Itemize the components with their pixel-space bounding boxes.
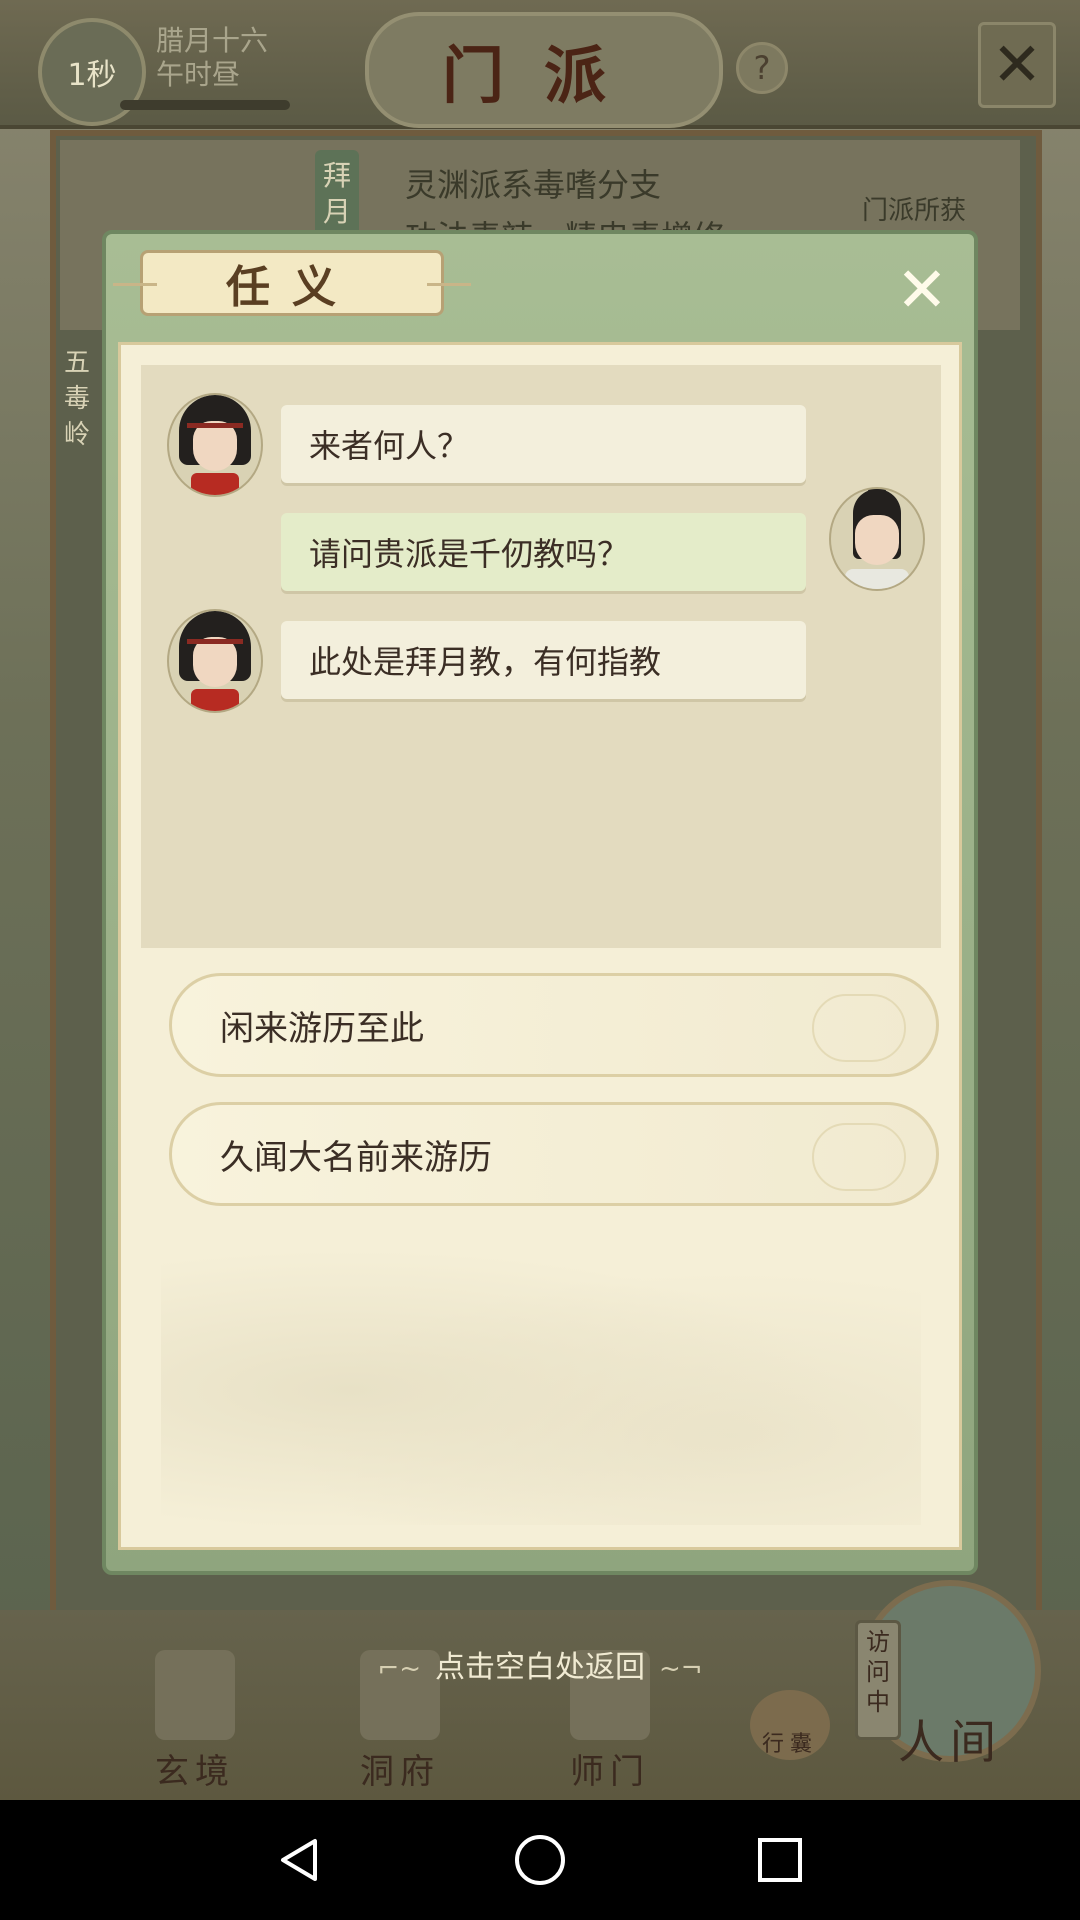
- back-icon: [281, 1839, 317, 1881]
- time-of-day: 午时昼: [156, 58, 241, 91]
- android-navigation-bar: [0, 1800, 1080, 1920]
- dialog-body: 来者何人？ 请问贵派是千仞教吗？ 此处是拜月教，有何指教 闲来游历至此 久闻大名…: [118, 342, 962, 1550]
- chat-bubble-player: 请问贵派是千仞教吗？: [281, 513, 806, 591]
- choice-option[interactable]: 闲来游历至此: [169, 973, 939, 1077]
- dialog-title: 任义: [113, 250, 471, 316]
- choice-text: 久闻大名前来游历: [220, 1137, 492, 1178]
- nav-item-label: 洞府: [360, 1752, 440, 1792]
- help-button[interactable]: ?: [736, 42, 788, 94]
- tap-hint-text: 点击空白处返回: [435, 1650, 645, 1685]
- cloud-ornament-icon: [812, 994, 906, 1062]
- sect-gain-label: 门派所获: [862, 196, 967, 226]
- npc-avatar: [167, 393, 263, 497]
- home-button[interactable]: [510, 1830, 570, 1890]
- location-side-label: 五毒岭: [64, 348, 91, 450]
- chat-message-text: 请问贵派是千仞教吗？: [309, 535, 630, 573]
- recent-apps-icon: [758, 1838, 802, 1882]
- left-ornament-icon: ⌐~: [377, 1654, 421, 1684]
- home-icon: [515, 1835, 565, 1885]
- choice-text: 闲来游历至此: [220, 1008, 424, 1049]
- time-progress-bar: [120, 100, 290, 110]
- chat-bubble-npc: 此处是拜月教，有何指教: [281, 621, 806, 699]
- screen-close-button[interactable]: ✕: [978, 22, 1056, 108]
- landscape-decoration: [161, 1225, 921, 1525]
- player-avatar: [829, 487, 925, 591]
- recent-apps-button[interactable]: [750, 1830, 810, 1890]
- cloud-ornament-icon: [812, 1123, 906, 1191]
- tap-to-return-hint[interactable]: ⌐~ 点击空白处返回 ~¬: [0, 1642, 1080, 1686]
- lunar-date-day: 腊月十六: [156, 24, 269, 57]
- nav-item-label: 师门: [570, 1752, 650, 1792]
- nav-item-label: 行囊: [761, 1732, 818, 1757]
- chat-area: 来者何人？ 请问贵派是千仞教吗？ 此处是拜月教，有何指教: [141, 365, 941, 948]
- page-title: 门派: [365, 12, 723, 128]
- nav-item-label: 玄境: [155, 1752, 235, 1792]
- chat-bubble-npc: 来者何人？: [281, 405, 806, 483]
- dialog-close-button[interactable]: ✕: [892, 253, 952, 326]
- sect-name: 灵渊派系毒嗜分支: [405, 166, 662, 204]
- chat-message-text: 此处是拜月教，有何指教: [309, 643, 662, 681]
- dialogue-dialog: 任义 ✕ 来者何人？ 请问贵派是千仞教吗？ 此处是拜月教，有何指教 闲来游历至此…: [102, 230, 978, 1575]
- chat-message-text: 来者何人？: [309, 427, 470, 465]
- back-button[interactable]: [270, 1830, 330, 1890]
- close-icon: ✕: [896, 253, 948, 326]
- lunar-date: 腊月十六 午时昼: [156, 24, 356, 92]
- npc-avatar: [167, 609, 263, 713]
- close-icon: ✕: [991, 30, 1043, 100]
- right-ornament-icon: ~¬: [659, 1654, 703, 1684]
- top-bar: 1秒 腊月十六 午时昼 门派 ? ✕: [0, 0, 1080, 129]
- choice-option[interactable]: 久闻大名前来游历: [169, 1102, 939, 1206]
